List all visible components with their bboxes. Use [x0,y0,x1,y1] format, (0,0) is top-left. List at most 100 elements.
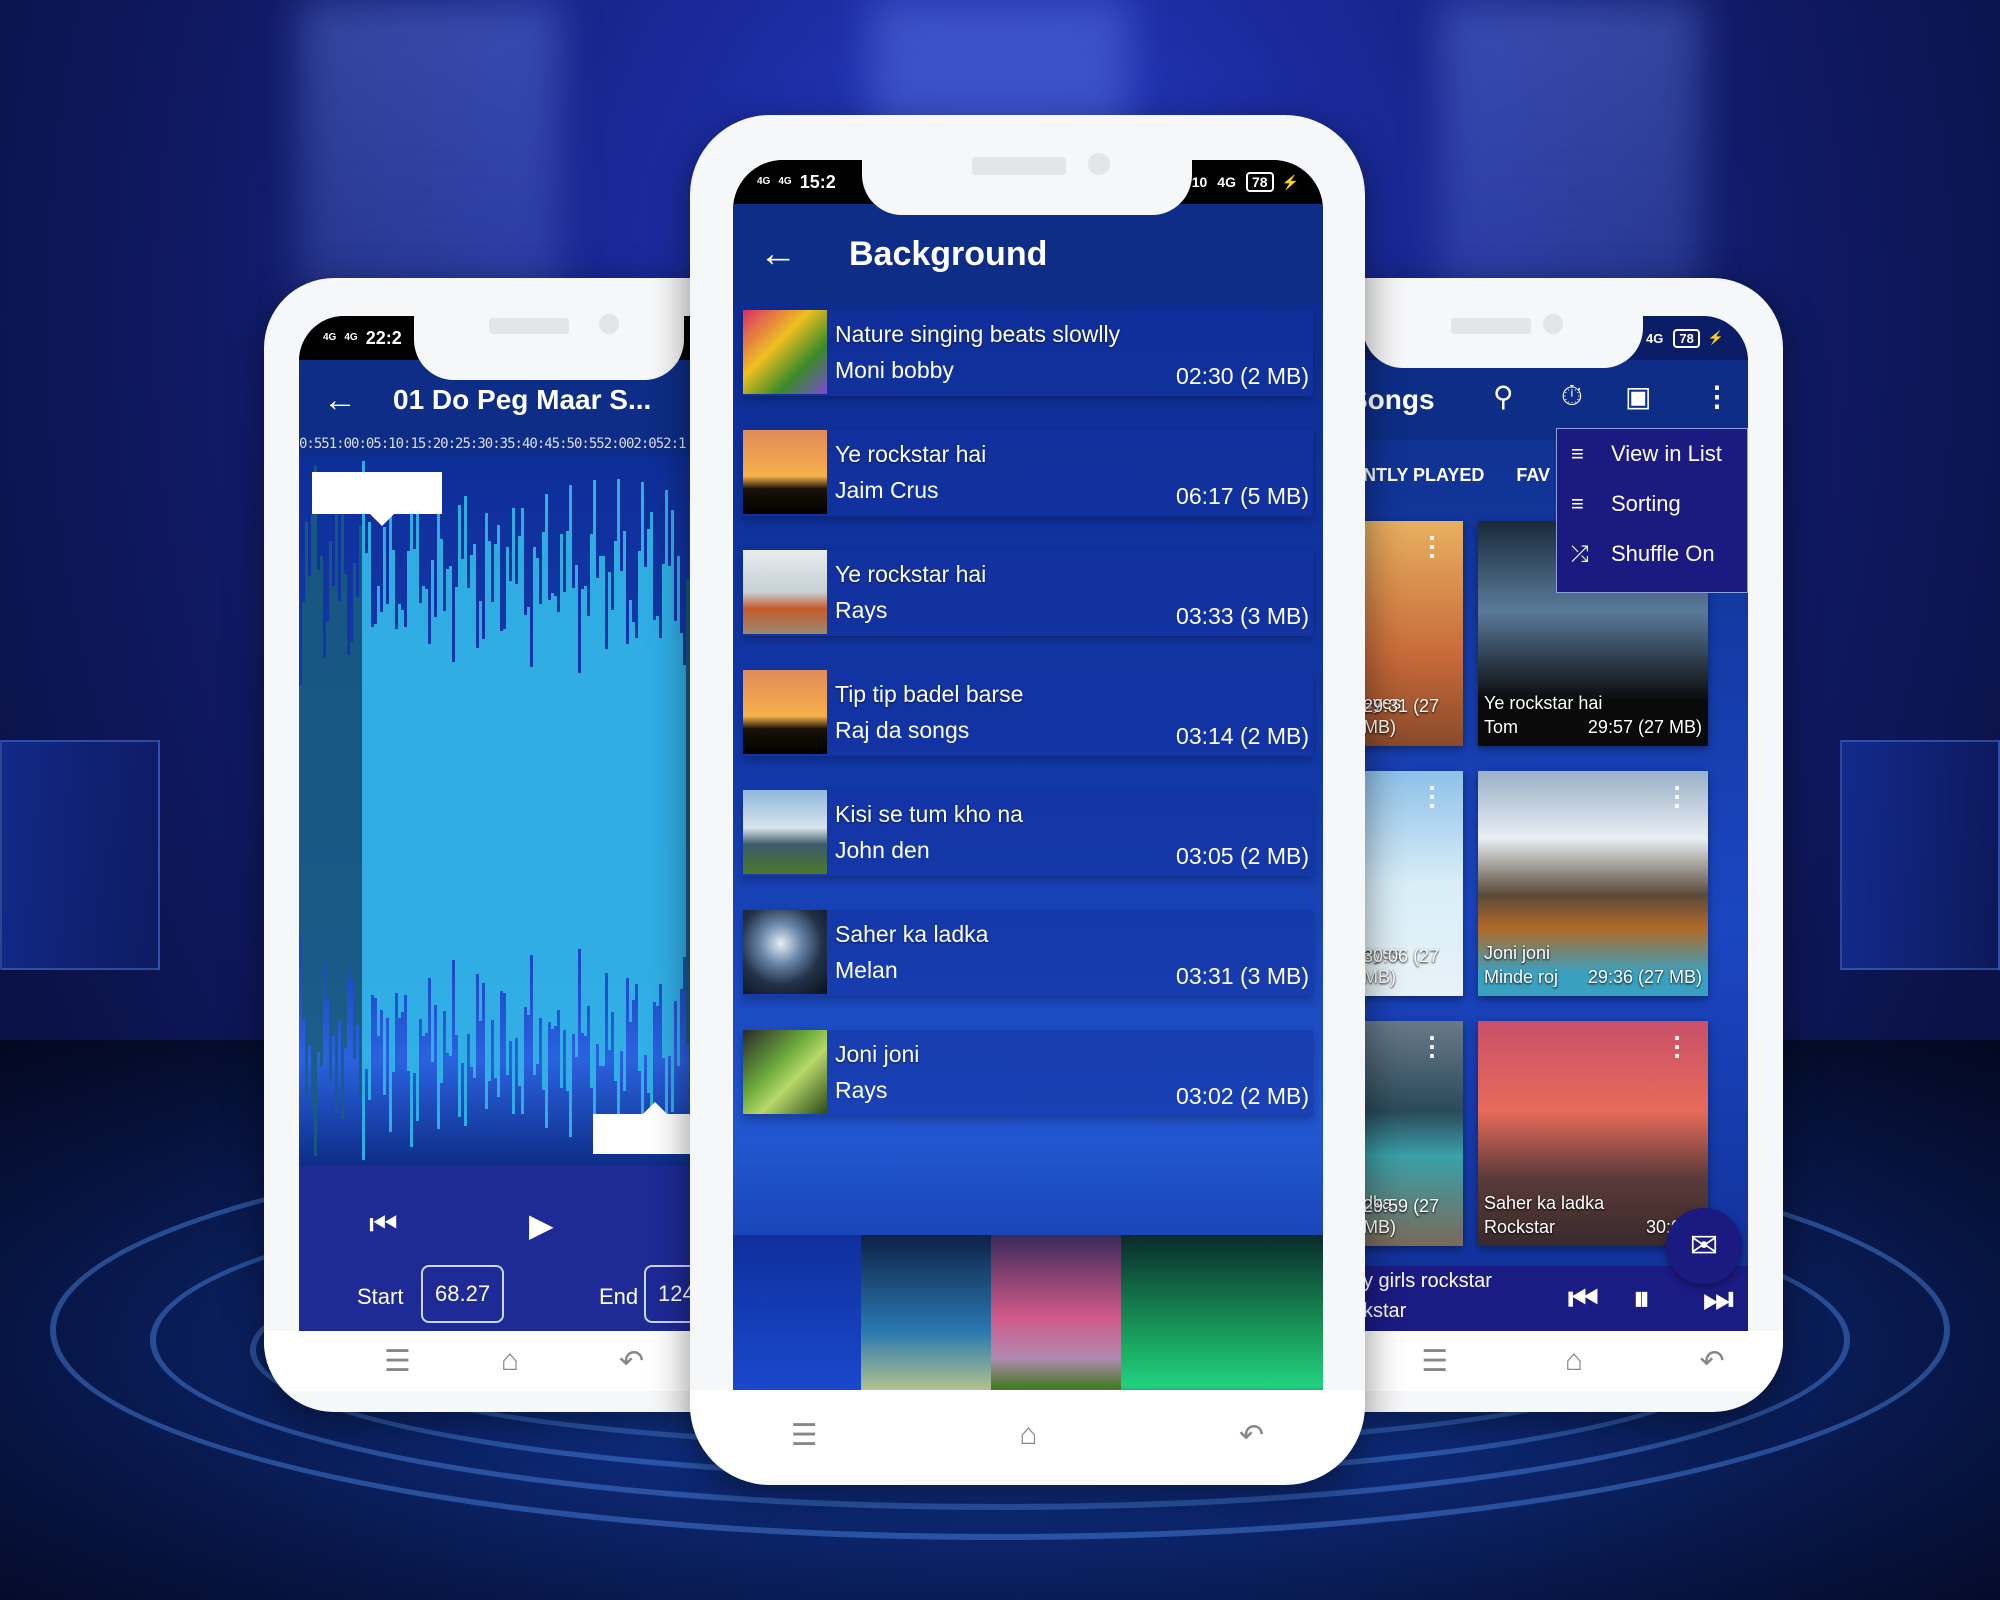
back-icon[interactable]: ↶ [619,1344,644,1379]
song-list-item[interactable]: Saher ka ladka Melan 03:31 (3 MB) [743,910,1313,996]
start-marker-handle[interactable] [312,472,442,526]
tile-duration: 29:36 [1587,967,1633,987]
back-icon[interactable]: ↶ [1239,1418,1264,1453]
waveform-bar [470,555,473,1067]
timeline-label: :50 [559,436,582,452]
waveform-bar [524,614,527,1008]
home-icon[interactable]: ⌂ [1019,1418,1037,1452]
song-size: (2 MB) [1240,843,1309,869]
tile-meta: Tom 29:57 (27 MB) [1484,717,1702,738]
waveform[interactable] [299,456,724,1166]
menu-item-shuffle[interactable]: ⤮ Shuffle On [1557,529,1747,579]
song-list-item[interactable]: Tip tip badel barse Raj da songs 03:14 (… [743,670,1313,756]
timeline-label: :20 [425,436,448,452]
song-list-item[interactable]: Ye rockstar hai Rays 03:33 (3 MB) [743,550,1313,636]
waveform-bar [533,546,536,1076]
timeline-label: 0:55 [299,436,330,452]
mail-fab-button[interactable]: ✉ [1666,1208,1742,1284]
background-panel [1840,740,2000,970]
waveform-bar [425,589,428,1033]
song-meta: 03:31 (3 MB) [1176,963,1309,990]
back-icon[interactable]: ↶ [1700,1344,1725,1379]
menu-icon[interactable]: ☰ [384,1344,411,1379]
song-list-item[interactable]: Nature singing beats slowlly Moni bobby … [743,310,1313,396]
skip-next-icon[interactable]: ⏭ [1703,1280,1734,1319]
now-playing-title: y girls rockstar [1363,1270,1492,1292]
background-tile-aurora-waterfall[interactable] [1121,1235,1323,1390]
waveform-bar [383,527,386,1095]
battery-level: 78 [1673,328,1700,348]
background-tile-green-hill-pink-sky[interactable] [991,1235,1121,1390]
skip-previous-icon[interactable]: ⏮ [369,1206,398,1244]
waveform-bar [488,541,491,1081]
waveform-bar [653,620,656,1002]
song-duration: 06:17 [1176,483,1234,509]
tile-meta: 29:59 (27 MB) [1363,1196,1457,1238]
waveform-bar [608,571,611,1051]
more-vert-icon[interactable]: ⋮ [1419,1033,1445,1059]
waveform-bar [635,637,638,985]
background-tile-music-blue[interactable] [733,1235,861,1390]
home-icon[interactable]: ⌂ [501,1344,519,1378]
song-size: (2 MB) [1240,723,1309,749]
song-meta: 03:33 (3 MB) [1176,603,1309,630]
home-icon[interactable]: ⌂ [1565,1344,1583,1378]
video-camera-icon[interactable]: ▣ [1625,380,1651,413]
waveform-bar [392,550,395,1072]
waveform-bar [665,489,668,1133]
menu-icon[interactable]: ☰ [1421,1344,1448,1379]
timeline-label: :55 [581,436,604,452]
waveform-bar [671,509,674,1113]
waveform-bar [407,551,410,1071]
waveform-bar [548,600,551,1022]
song-grid-tile[interactable]: ⋮ eyes 29:31 (27 MB) [1363,521,1463,746]
waveform-bar [476,648,479,974]
app-header: ← Background [733,204,1323,304]
more-vert-icon[interactable]: ⋮ [1664,783,1690,809]
song-grid-tile[interactable]: ⋮ Saher ka ladka Rockstar 30:05 ) [1478,1021,1708,1246]
start-value-field[interactable]: 68.27 [421,1265,505,1323]
waveform-bar [629,599,632,1023]
song-info: Joni joni Rays 03:02 (2 MB) [827,1030,1313,1116]
song-grid-tile[interactable]: ⋮ dka 29:59 (27 MB) [1363,1021,1463,1246]
songs-screen: 00 4G 78 ⚡ Songs ⚲ ⏱ ▣ ⋮ NTLY PLAYED FAV… [1363,316,1748,1331]
timer-icon[interactable]: ⏱ [1561,380,1583,413]
more-vert-icon[interactable]: ⋮ [1664,1033,1690,1059]
waveform-bar [308,576,311,1046]
waveform-bar [380,611,383,1011]
arrow-left-icon[interactable]: ← [759,233,849,276]
song-list-item[interactable]: Joni joni Rays 03:02 (2 MB) [743,1030,1313,1116]
background-panel [0,740,160,970]
song-info: Ye rockstar hai Rays 03:33 (3 MB) [827,550,1313,636]
more-vert-icon[interactable]: ⋮ [1419,783,1445,809]
menu-item-sorting[interactable]: ≡ Sorting [1557,479,1747,529]
arrow-left-icon[interactable]: ← [323,381,393,420]
tab-favourites[interactable]: FAV [1516,465,1550,486]
song-grid-tile[interactable]: ⋮ eyes 30:06 (27 MB) [1363,771,1463,996]
play-icon[interactable]: ▶ [529,1206,554,1244]
song-list-item[interactable]: Ye rockstar hai Jaim Crus 06:17 (5 MB) [743,430,1313,516]
camera [599,314,619,334]
waveform-bar [455,587,458,1035]
more-vert-icon[interactable]: ⋮ [1703,380,1731,413]
waveform-bar [302,602,305,1020]
more-vert-icon[interactable]: ⋮ [1419,533,1445,559]
skip-previous-icon[interactable]: ⏮ [1568,1280,1599,1319]
song-grid-tile[interactable]: ⋮ Joni joni Minde roj 29:36 (27 MB) [1478,771,1708,996]
waveform-bar [326,622,329,1000]
song-list-item[interactable]: Kisi se tum kho na John den 03:05 (2 MB) [743,790,1313,876]
background-screen: 4G 4G 15:2 10 4G 78 ⚡ ← Background Natur… [733,160,1323,1390]
pause-icon[interactable]: ⏸ [1633,1280,1650,1319]
system-nav-bar: ☰ ⌂ ↶ [690,1390,1365,1480]
menu-item-view-in-list[interactable]: ≡ View in List [1557,429,1747,479]
background-tile-sunset-mountains[interactable] [861,1235,991,1390]
waveform-bar [644,566,647,1056]
waveform-bar [413,548,416,1074]
waveform-bar [656,615,659,1006]
timeline-label: 2:05 [633,436,664,452]
search-icon[interactable]: ⚲ [1493,380,1514,413]
song-thumbnail [743,430,827,514]
start-label: Start [357,1284,404,1309]
tab-recently-played[interactable]: NTLY PLAYED [1363,465,1484,486]
menu-icon[interactable]: ☰ [791,1418,818,1453]
